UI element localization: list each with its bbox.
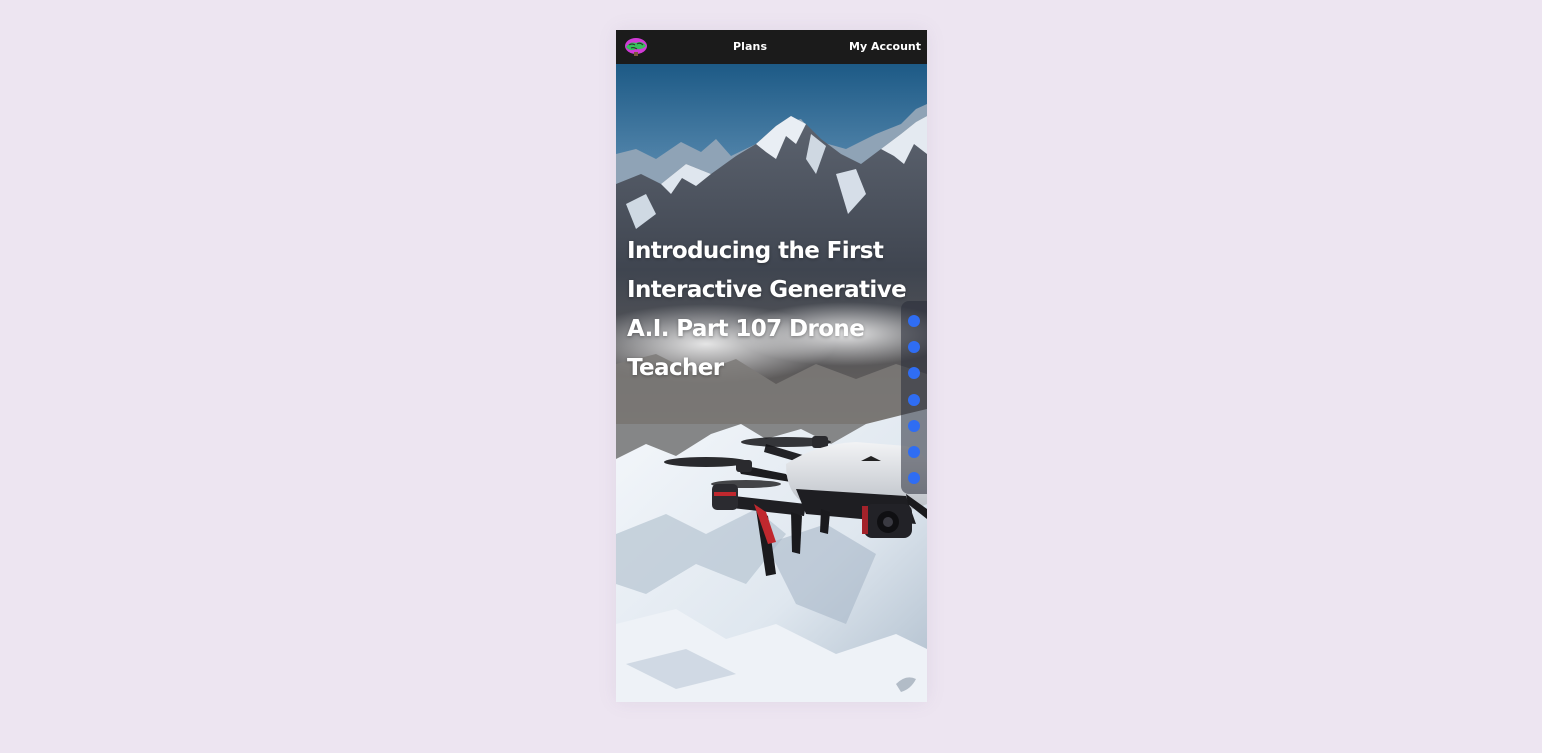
app-frame: Plans My Account Introducing the First I… [616,30,927,702]
slide-dot-3[interactable] [908,367,920,380]
brain-logo-icon[interactable] [624,37,648,57]
hero-headline: Introducing the First Interactive Genera… [627,238,907,381]
slide-dot-1[interactable] [908,315,920,327]
slide-dot-navigation [901,301,927,494]
slide-dot-2[interactable] [908,341,920,354]
nav-link-my-account[interactable]: My Account [849,40,921,53]
slide-dot-4[interactable] [908,393,920,406]
top-navigation-bar: Plans My Account [616,30,927,64]
hero-section: Introducing the First Interactive Genera… [616,64,927,702]
slide-dot-7[interactable] [908,472,920,485]
slide-dot-5[interactable] [908,419,920,432]
slide-dot-6[interactable] [908,446,920,458]
nav-link-plans[interactable]: Plans [733,40,767,53]
